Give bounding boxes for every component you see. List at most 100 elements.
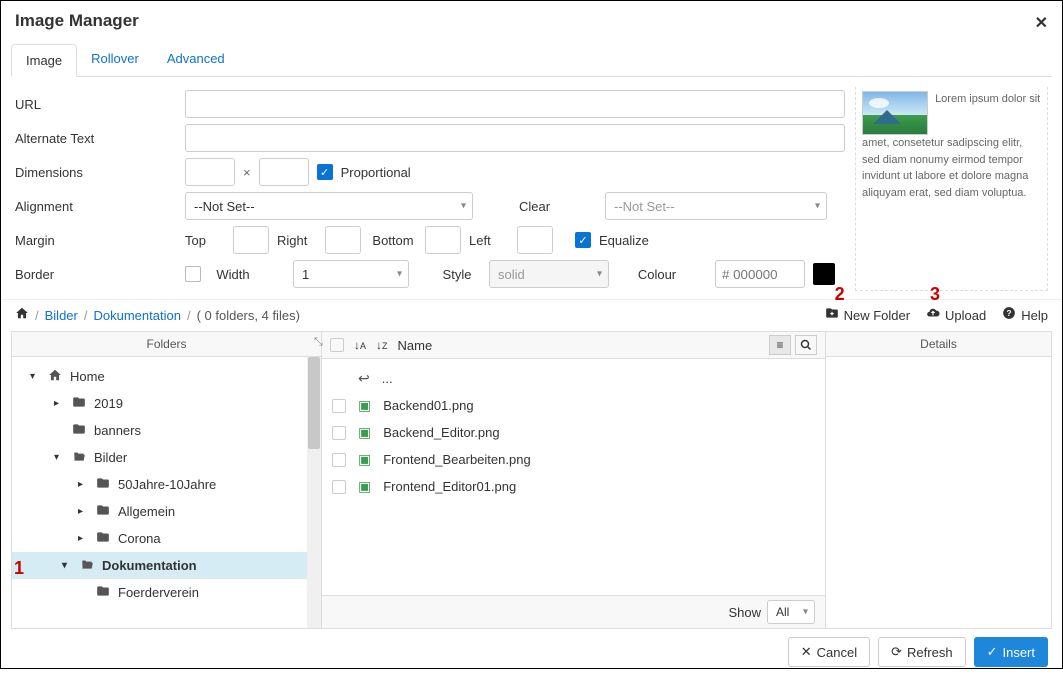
help-button[interactable]: ? Help	[1002, 306, 1048, 325]
equalize-label: Equalize	[599, 233, 649, 248]
annotation-1: 1	[14, 558, 24, 579]
file-row[interactable]: ▣Backend01.png	[322, 392, 825, 419]
tree-home[interactable]: ▾Home	[12, 363, 321, 390]
left-label: Left	[469, 233, 509, 248]
margin-label: Margin	[15, 233, 185, 248]
tab-bar: Image Rollover Advanced	[11, 43, 1052, 77]
url-label: URL	[15, 97, 185, 112]
margin-bottom-input[interactable]	[425, 226, 461, 254]
file-browser: Folders ▾Home ▸2019 banners ▾Bilder ▸50J…	[11, 331, 1052, 629]
image-manager-dialog: Image Manager ✕ Image Rollover Advanced …	[0, 0, 1063, 669]
file-up[interactable]: ↩...	[322, 365, 825, 392]
alt-text-input[interactable]	[185, 124, 845, 152]
folder-open-icon	[80, 557, 94, 574]
insert-button[interactable]: ✓ Insert	[974, 637, 1048, 667]
breadcrumb-stats: ( 0 folders, 4 files)	[197, 308, 300, 323]
view-columns-icon[interactable]: ≡	[769, 335, 791, 355]
border-colour-input[interactable]	[715, 260, 805, 288]
file-checkbox[interactable]	[332, 480, 346, 494]
folders-header: Folders	[12, 332, 321, 357]
file-list: ↩... ▣Backend01.png ▣Backend_Editor.png …	[322, 359, 825, 595]
tree-50jahre[interactable]: ▸50Jahre-10Jahre	[12, 471, 321, 498]
upload-label: Upload	[945, 308, 986, 323]
top-label: Top	[185, 233, 225, 248]
folder-icon	[72, 422, 86, 439]
border-checkbox[interactable]	[185, 266, 201, 282]
right-label: Right	[277, 233, 317, 248]
clear-select[interactable]: --Not Set--	[605, 192, 827, 220]
alignment-label: Alignment	[15, 199, 185, 214]
file-row[interactable]: ▣Backend_Editor.png	[322, 419, 825, 446]
width-input[interactable]	[185, 158, 235, 186]
upload-button[interactable]: 3 Upload	[926, 306, 986, 325]
show-select[interactable]: All	[767, 600, 815, 624]
bottom-label: Bottom	[369, 233, 417, 248]
margin-right-input[interactable]	[325, 226, 361, 254]
proportional-checkbox[interactable]: ✓	[317, 164, 333, 180]
tree-allgemein[interactable]: ▸Allgemein	[12, 498, 321, 525]
url-input[interactable]	[185, 90, 845, 118]
file-row[interactable]: ▣Frontend_Bearbeiten.png	[322, 446, 825, 473]
svg-text:?: ?	[1007, 309, 1012, 318]
tree-banners[interactable]: banners	[12, 417, 321, 444]
home-icon[interactable]	[15, 306, 29, 325]
border-width-label: Width	[209, 267, 257, 282]
search-icon[interactable]	[795, 335, 817, 355]
border-width-select[interactable]: 1	[293, 260, 409, 288]
home-folder-icon	[48, 368, 62, 385]
file-checkbox[interactable]	[332, 426, 346, 440]
height-input[interactable]	[259, 158, 309, 186]
back-icon: ↩	[358, 370, 370, 387]
files-header: ↓A ↓Z Name ≡	[322, 332, 825, 359]
dialog-footer: ✕ Cancel ⟳ Refresh ✓ Insert	[1, 629, 1062, 675]
browser-toolbar: / Bilder / Dokumentation / ( 0 folders, …	[1, 299, 1062, 331]
tree-corona[interactable]: ▸Corona	[12, 525, 321, 552]
folder-icon	[96, 476, 110, 493]
breadcrumb: / Bilder / Dokumentation / ( 0 folders, …	[35, 308, 300, 323]
new-folder-button[interactable]: 2 New Folder	[825, 306, 910, 325]
annotation-3: 3	[930, 284, 940, 305]
border-style-select[interactable]: solid	[489, 260, 609, 288]
file-row[interactable]: ▣Frontend_Editor01.png	[322, 473, 825, 500]
details-header: Details	[826, 332, 1051, 357]
tab-image[interactable]: Image	[11, 44, 77, 77]
equalize-checkbox[interactable]: ✓	[575, 232, 591, 248]
tree-bilder[interactable]: ▾Bilder	[12, 444, 321, 471]
files-footer: Show All	[322, 595, 825, 628]
breadcrumb-bilder[interactable]: Bilder	[45, 308, 78, 323]
help-icon: ?	[1002, 306, 1016, 325]
folder-icon	[96, 584, 110, 601]
file-checkbox[interactable]	[332, 453, 346, 467]
dialog-title: Image Manager	[1, 1, 1062, 37]
border-label: Border	[15, 267, 185, 282]
image-file-icon: ▣	[358, 424, 371, 441]
select-all-checkbox[interactable]	[330, 338, 344, 352]
image-file-icon: ▣	[358, 478, 371, 495]
close-icon[interactable]: ✕	[1035, 13, 1048, 33]
sort-name-desc-icon[interactable]: ↓Z	[376, 338, 388, 352]
tree-scrollbar[interactable]	[307, 357, 321, 628]
name-column-header[interactable]: Name	[398, 338, 433, 353]
new-folder-icon	[825, 306, 839, 325]
refresh-button[interactable]: ⟳ Refresh	[878, 637, 965, 667]
multiply-symbol: ×	[243, 165, 251, 180]
colour-swatch[interactable]	[813, 263, 835, 285]
tab-advanced[interactable]: Advanced	[153, 43, 239, 76]
tab-rollover[interactable]: Rollover	[77, 43, 153, 76]
breadcrumb-dokumentation[interactable]: Dokumentation	[94, 308, 181, 323]
files-column: ↓A ↓Z Name ≡ ⤡ ↩... ▣Backend01.png ▣Back…	[322, 332, 826, 628]
sort-name-asc-icon[interactable]: ↓A	[354, 338, 366, 352]
margin-top-input[interactable]	[233, 226, 269, 254]
tree-foerderverein[interactable]: Foerderverein	[12, 579, 321, 606]
image-file-icon: ▣	[358, 451, 371, 468]
margin-left-input[interactable]	[517, 226, 553, 254]
tree-2019[interactable]: ▸2019	[12, 390, 321, 417]
folder-icon	[96, 503, 110, 520]
file-checkbox[interactable]	[332, 399, 346, 413]
resize-handle-icon[interactable]: ⤡	[314, 336, 323, 349]
tree-dokumentation[interactable]: ▾Dokumentation	[12, 552, 321, 579]
image-file-icon: ▣	[358, 397, 371, 414]
alignment-select[interactable]: --Not Set--	[185, 192, 473, 220]
close-icon: ✕	[801, 644, 812, 660]
cancel-button[interactable]: ✕ Cancel	[788, 637, 870, 667]
